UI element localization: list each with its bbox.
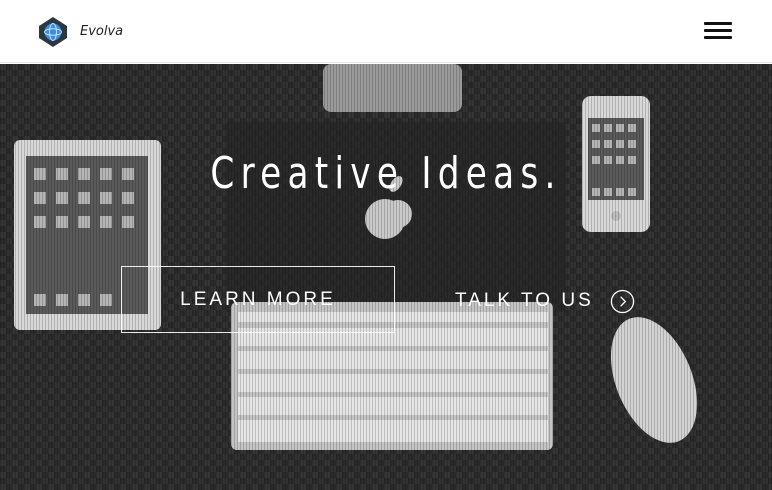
- talk-to-us-label: TALK TO US: [455, 290, 594, 311]
- brand-name[interactable]: Evolva: [80, 24, 123, 39]
- learn-more-button[interactable]: LEARN MORE: [121, 266, 395, 333]
- hero-section: Creative Ideas. LEARN MORE TALK TO US: [0, 64, 772, 490]
- globe-badge-icon[interactable]: [37, 16, 69, 48]
- learn-more-label: LEARN MORE: [180, 288, 336, 310]
- hamburger-menu-icon[interactable]: [704, 22, 734, 40]
- talk-to-us-button[interactable]: TALK TO US: [455, 286, 635, 316]
- site-header: Evolva: [0, 0, 772, 63]
- hero-headline: Creative Ideas.: [210, 148, 562, 199]
- chevron-right-circle-icon: [610, 289, 634, 313]
